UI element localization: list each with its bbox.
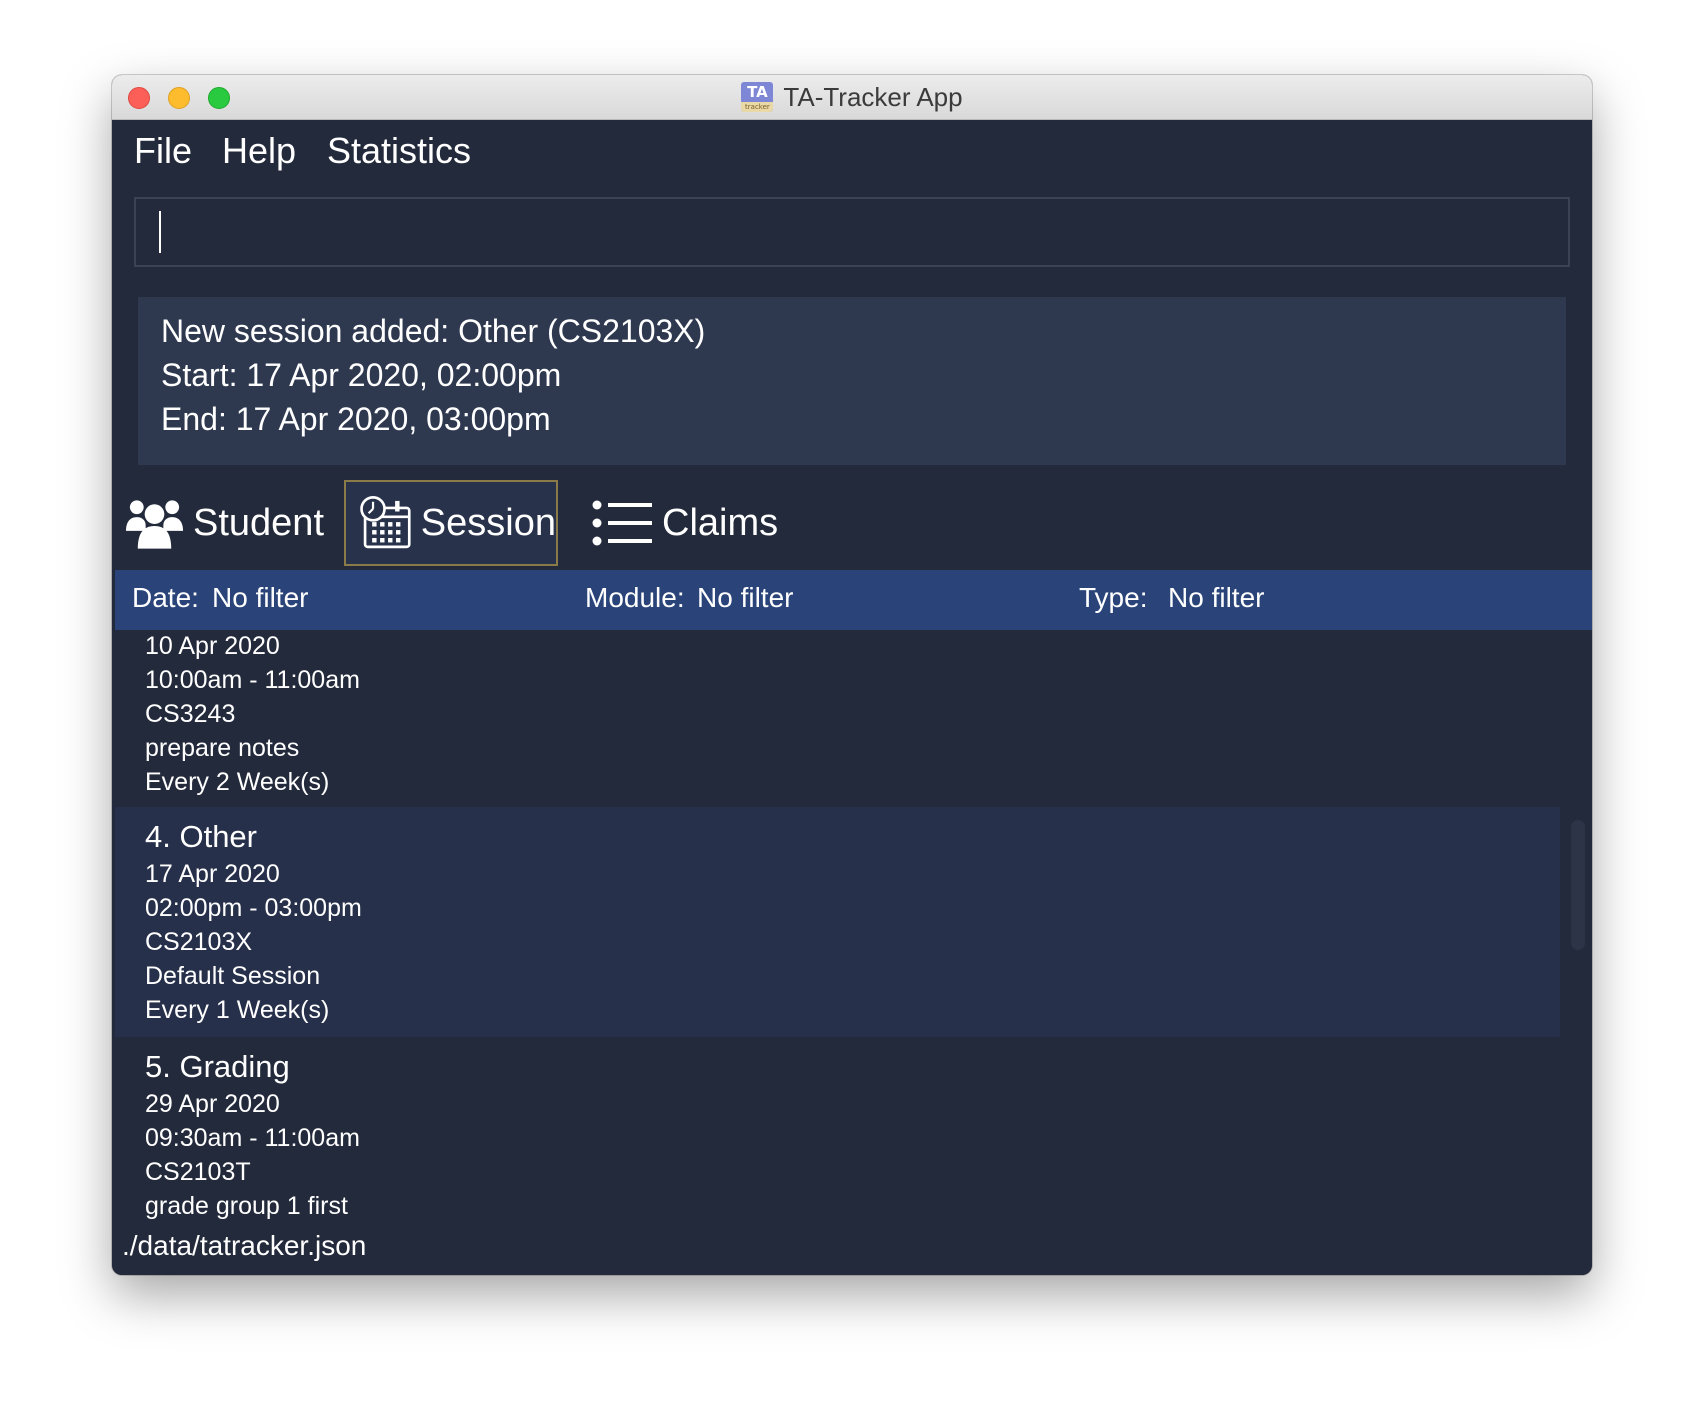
tab-session-label: Session <box>420 501 556 544</box>
session-recurrence: Every 1 Week(s) <box>145 996 330 1024</box>
filter-bar: Date: No filter Module: No filter Type: … <box>115 570 1592 630</box>
result-line: End: 17 Apr 2020, 03:00pm <box>161 401 551 437</box>
tab-student[interactable]: Student <box>124 480 324 566</box>
list-item[interactable]: 4. Other 17 Apr 2020 02:00pm - 03:00pm C… <box>115 807 1560 1037</box>
session-time: 09:30am - 11:00am <box>145 1124 360 1152</box>
data-file-path: ./data/tatracker.json <box>122 1230 367 1261</box>
command-box[interactable] <box>134 197 1570 267</box>
session-module: CS2103X <box>145 928 253 956</box>
list-item[interactable]: 5. Grading 29 Apr 2020 09:30am - 11:00am… <box>115 1037 1560 1222</box>
list-item[interactable]: 10 Apr 2020 10:00am - 11:00am CS3243 pre… <box>115 630 1560 807</box>
list-scrollbar[interactable] <box>1571 820 1585 950</box>
tab-session[interactable]: Session <box>344 480 558 566</box>
tab-student-label: Student <box>193 501 324 544</box>
tab-claims-label: Claims <box>662 501 779 544</box>
module-filter-value: No filter <box>697 582 794 613</box>
app-logo-text: TA <box>747 83 768 101</box>
command-input[interactable] <box>136 199 1568 265</box>
calendar-clock-icon <box>360 496 411 549</box>
session-time: 02:00pm - 03:00pm <box>145 894 362 922</box>
app-logo-icon: TA tracker <box>741 82 774 112</box>
title-group: TA tracker TA-Tracker App <box>112 75 1592 119</box>
session-module: CS2103T <box>145 1158 251 1186</box>
session-module: CS3243 <box>145 700 236 728</box>
session-header: 4. Other <box>145 819 257 854</box>
session-header: 5. Grading <box>145 1049 290 1084</box>
date-filter-label: Date: <box>132 582 199 613</box>
session-description: prepare notes <box>145 734 300 762</box>
module-filter-label: Module: <box>585 582 685 613</box>
app-logo-subtext: tracker <box>741 102 774 112</box>
session-recurrence: Every 2 Week(s) <box>145 768 330 796</box>
session-date: 10 Apr 2020 <box>145 632 280 660</box>
result-line: New session added: Other (CS2103X) <box>161 313 706 349</box>
menu-statistics[interactable]: Statistics <box>327 130 471 172</box>
result-display: New session added: Other (CS2103X) Start… <box>138 297 1566 465</box>
type-filter-label: Type: <box>1079 582 1148 613</box>
session-time: 10:00am - 11:00am <box>145 666 360 694</box>
menu-bar: File Help Statistics <box>112 120 1592 190</box>
session-date: 29 Apr 2020 <box>145 1090 280 1118</box>
list-icon <box>592 500 652 546</box>
date-filter-value: No filter <box>212 582 309 613</box>
window-title: TA-Tracker App <box>783 81 963 112</box>
users-icon <box>125 500 184 549</box>
tab-claims[interactable]: Claims <box>592 480 792 566</box>
session-list[interactable]: 10 Apr 2020 10:00am - 11:00am CS3243 pre… <box>115 630 1560 1222</box>
app-window: TA tracker TA-Tracker App File Help Stat… <box>112 75 1592 1275</box>
menu-file[interactable]: File <box>134 130 192 172</box>
title-bar[interactable]: TA tracker TA-Tracker App <box>112 75 1592 120</box>
session-date: 17 Apr 2020 <box>145 860 280 888</box>
tab-bar: Student Session Claims <box>112 480 1592 570</box>
status-bar: ./data/tatracker.json <box>112 1222 1592 1275</box>
type-filter-value: No filter <box>1168 582 1265 613</box>
session-description: grade group 1 first <box>145 1192 348 1220</box>
text-caret <box>159 211 161 253</box>
result-line: Start: 17 Apr 2020, 02:00pm <box>161 357 562 393</box>
session-description: Default Session <box>145 962 321 990</box>
menu-help[interactable]: Help <box>222 130 296 172</box>
